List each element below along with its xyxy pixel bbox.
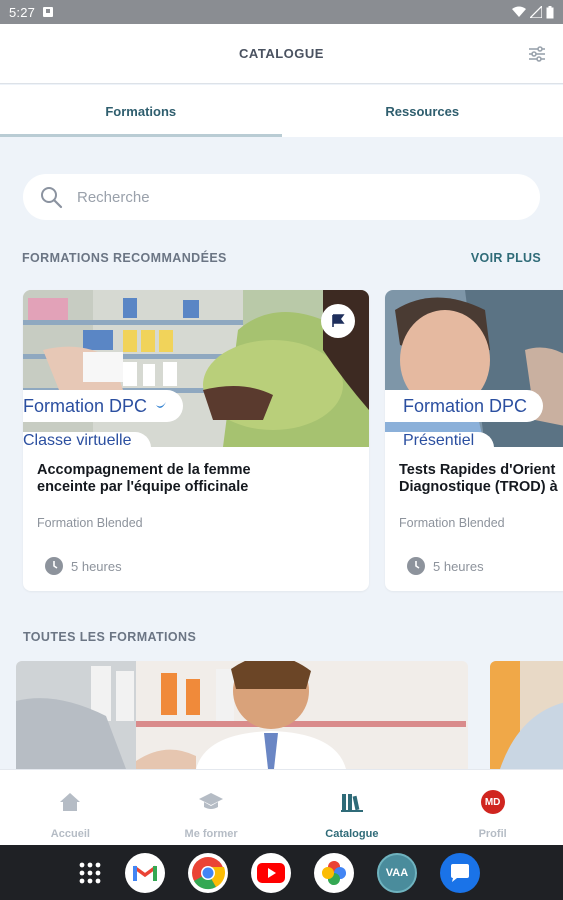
course-image: Formation DPC Présentiel	[385, 290, 563, 447]
course-type: Formation Blended	[399, 516, 505, 530]
nav-label: Me former	[184, 828, 238, 840]
course-title-line: Tests Rapides d'Orient	[399, 462, 556, 478]
course-duration: 5 heures	[407, 557, 484, 575]
system-app-bar: VAA	[0, 845, 563, 900]
clock-icon	[407, 557, 425, 575]
app-header: CATALOGUE	[0, 24, 563, 84]
course-type: Formation Blended	[37, 516, 143, 530]
flag-icon	[332, 314, 345, 327]
course-image[interactable]	[16, 661, 468, 769]
nav-label: Catalogue	[325, 828, 379, 840]
course-card[interactable]: Formation DPC Présentiel Tests Rapides d…	[385, 290, 563, 591]
books-icon	[340, 794, 363, 812]
avatar-initials: MD	[484, 796, 501, 808]
photos-icon[interactable]	[314, 852, 354, 893]
clock-icon	[45, 557, 63, 575]
bottom-navigation: Accueil Me former Catalogue MD Profil	[0, 769, 563, 845]
vaa-label: VAA	[385, 866, 409, 879]
nav-accueil[interactable]: Accueil	[0, 770, 141, 845]
bookmark-flag-button[interactable]	[321, 304, 355, 338]
app-grid-icon[interactable]	[78, 861, 102, 885]
status-bar: 5:27	[0, 0, 563, 24]
nav-me-former[interactable]: Me former	[141, 770, 282, 845]
status-icons	[512, 5, 554, 19]
course-image: Formation DPC Classe virtuelle	[23, 290, 369, 447]
search-bar[interactable]	[23, 174, 540, 220]
status-time: 5:27	[9, 4, 36, 20]
tab-ressources[interactable]: Ressources	[282, 85, 563, 137]
format-badge: Présentiel	[385, 432, 495, 447]
all-formations-title: TOUTES LES FORMATIONS	[23, 630, 197, 644]
chrome-icon[interactable]	[188, 852, 228, 893]
course-duration: 5 heures	[45, 557, 122, 575]
course-title-line: Accompagnement de la femme	[37, 462, 251, 478]
search-input[interactable]	[77, 188, 477, 206]
youtube-icon[interactable]	[251, 852, 291, 893]
vaa-icon[interactable]: VAA	[377, 852, 417, 893]
dpc-badge: Formation DPC	[385, 390, 544, 422]
format-badge: Classe virtuelle	[23, 432, 152, 447]
dpc-mark-icon	[156, 402, 167, 408]
nav-label: Profil	[478, 828, 507, 840]
avatar: MD	[480, 790, 505, 814]
course-title-line: enceinte par l'équipe officinale	[37, 479, 249, 495]
nav-profil[interactable]: MD Profil	[422, 770, 563, 845]
course-title-line: Diagnostique (TROD) à	[399, 479, 558, 495]
duration-text: 5 heures	[433, 558, 484, 574]
signal-icon	[530, 6, 542, 18]
graduation-cap-icon	[199, 793, 224, 809]
messages-icon[interactable]	[440, 852, 480, 893]
tab-formations[interactable]: Formations	[0, 85, 282, 137]
dpc-badge: Formation DPC	[23, 390, 184, 422]
tab-bar: Formations Ressources	[0, 85, 563, 137]
page-title: CATALOGUE	[239, 46, 324, 61]
course-title: Tests Rapides d'Orient Diagnostique (TRO…	[399, 462, 563, 496]
badge-label: Formation DPC	[23, 395, 148, 416]
course-title: Accompagnement de la femme enceinte par …	[37, 462, 355, 496]
format-badge-label: Présentiel	[403, 432, 475, 447]
badge-label: Formation DPC	[403, 395, 528, 416]
nav-label: Accueil	[50, 828, 90, 840]
filter-icon[interactable]	[527, 44, 547, 64]
wifi-icon	[512, 6, 526, 17]
battery-icon	[546, 5, 554, 18]
see-more-link[interactable]: VOIR PLUS	[471, 251, 541, 265]
recommended-title: FORMATIONS RECOMMANDÉES	[22, 251, 227, 265]
gmail-icon[interactable]	[125, 852, 165, 893]
home-icon	[60, 793, 81, 811]
course-image[interactable]	[490, 661, 563, 769]
notification-icon	[43, 7, 54, 17]
search-icon	[41, 187, 63, 209]
nav-catalogue[interactable]: Catalogue	[282, 770, 423, 845]
duration-text: 5 heures	[71, 558, 122, 574]
course-card[interactable]: Formation DPC Classe virtuelle Accompagn…	[23, 290, 369, 591]
